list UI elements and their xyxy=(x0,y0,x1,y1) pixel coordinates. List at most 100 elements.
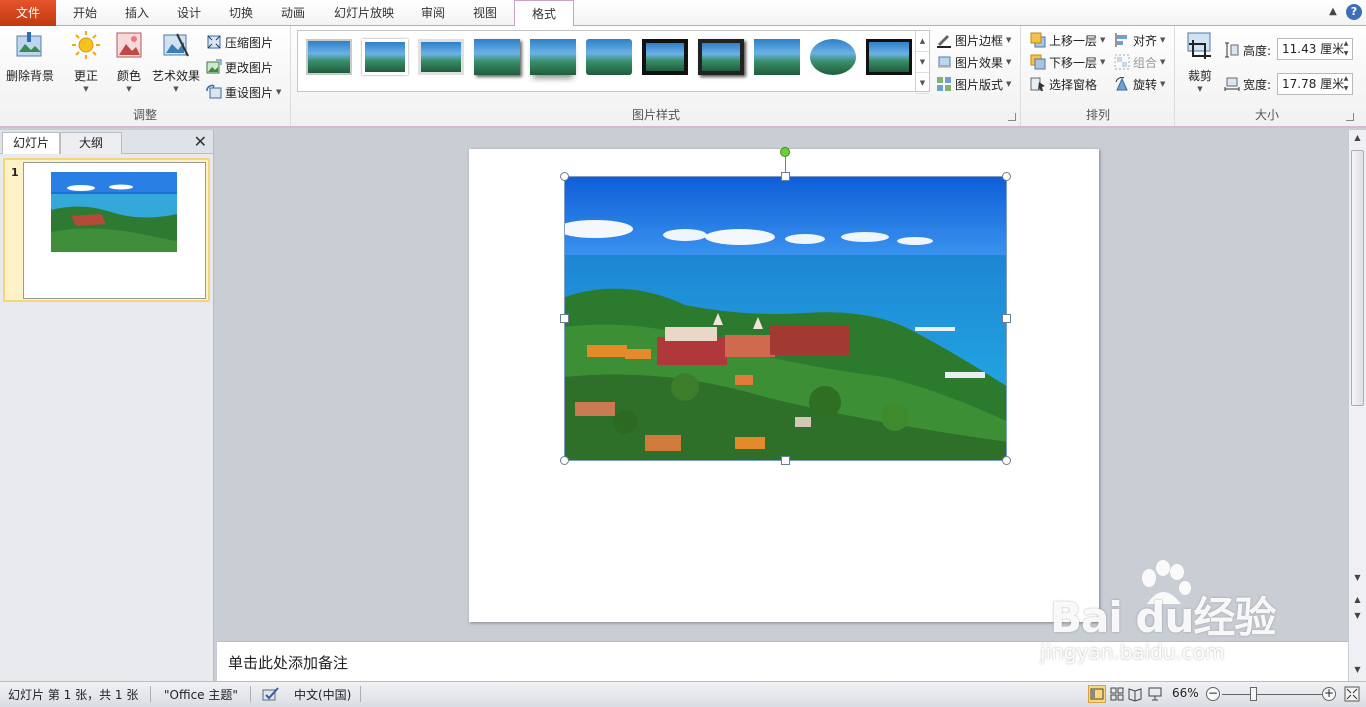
style-option[interactable] xyxy=(362,39,408,75)
tab-insert[interactable]: 插入 xyxy=(112,0,162,26)
style-option[interactable] xyxy=(810,39,856,75)
resize-handle-bottom-left[interactable] xyxy=(560,456,569,465)
scroll-up-icon[interactable]: ▲ xyxy=(1349,130,1366,146)
minimize-ribbon-icon[interactable]: ▲ xyxy=(1326,5,1340,19)
notes-placeholder: 单击此处添加备注 xyxy=(228,654,349,672)
help-icon[interactable]: ? xyxy=(1346,4,1362,20)
resize-handle-bottom-right[interactable] xyxy=(1002,456,1011,465)
reset-picture-button[interactable]: 重设图片 ▼ xyxy=(206,82,281,102)
zoom-out-icon[interactable]: − xyxy=(1206,687,1220,701)
slideshow-view-button[interactable] xyxy=(1146,685,1164,703)
picture-layout-button[interactable]: 图片版式 ▼ xyxy=(936,74,1011,94)
theme-status[interactable]: "Office 主题" xyxy=(164,686,238,703)
dialog-launcher-icon[interactable] xyxy=(1346,113,1354,121)
style-option[interactable] xyxy=(418,39,464,75)
dialog-launcher-icon[interactable] xyxy=(1008,113,1016,121)
tab-review[interactable]: 审阅 xyxy=(408,0,458,26)
chevron-down-icon: ▼ xyxy=(1160,36,1166,44)
style-option[interactable] xyxy=(474,39,520,75)
style-option[interactable] xyxy=(306,39,352,75)
scrollbar-thumb[interactable] xyxy=(1351,150,1364,406)
corrections-button[interactable]: 更正 ▼ xyxy=(66,30,106,94)
crop-button[interactable]: 裁剪 ▼ xyxy=(1182,30,1218,94)
group-size-label: 大小 xyxy=(1254,108,1279,122)
picture-effects-button[interactable]: 图片效果 ▼ xyxy=(936,52,1011,72)
height-label: 高度: xyxy=(1243,43,1272,58)
tab-design[interactable]: 设计 xyxy=(164,0,214,26)
resize-handle-top-left[interactable] xyxy=(560,172,569,181)
gallery-scroll[interactable]: ▲ ▼ ▼ xyxy=(915,31,929,94)
style-option[interactable] xyxy=(586,39,632,75)
slide-canvas[interactable] xyxy=(469,147,1099,622)
previous-slide-icon[interactable]: ▲ xyxy=(1349,592,1366,608)
tab-format[interactable]: 格式 xyxy=(514,0,574,27)
zoom-in-icon[interactable]: + xyxy=(1322,687,1336,701)
group-objects-button[interactable]: 组合 ▼ xyxy=(1114,52,1165,72)
height-spinner[interactable]: ▲ ▼ xyxy=(1340,39,1352,59)
style-option[interactable] xyxy=(642,39,688,75)
resize-handle-left[interactable] xyxy=(560,314,569,323)
ribbon-tab-row: 文件 开始 插入 设计 切换 动画 幻灯片放映 审阅 视图 格式 ▲ ? xyxy=(0,0,1366,27)
tab-home[interactable]: 开始 xyxy=(60,0,110,26)
width-spinner[interactable]: ▲ ▼ xyxy=(1340,74,1352,94)
style-option[interactable] xyxy=(530,39,576,75)
align-icon xyxy=(1115,33,1127,47)
selected-picture[interactable] xyxy=(564,176,1007,461)
slide-thumbnail[interactable]: 1 xyxy=(3,158,210,302)
compress-pictures-button[interactable]: 压缩图片 xyxy=(206,32,273,52)
gallery-up-icon[interactable]: ▲ xyxy=(916,31,929,52)
next-slide-icon[interactable]: ▼ xyxy=(1349,608,1366,624)
color-button[interactable]: 颜色 ▼ xyxy=(110,30,148,94)
crop-icon xyxy=(1187,32,1211,59)
group-arrange-label: 排列 xyxy=(1085,108,1110,122)
tab-transitions[interactable]: 切换 xyxy=(216,0,266,26)
selection-pane-icon xyxy=(1030,77,1045,91)
close-icon[interactable]: ✕ xyxy=(194,133,207,151)
height-input[interactable]: 11.43 厘米 ▲ ▼ xyxy=(1277,38,1353,60)
artistic-effects-button[interactable]: 艺术效果 ▼ xyxy=(150,30,202,94)
slide-sorter-view-button[interactable] xyxy=(1108,685,1126,703)
gallery-more-icon[interactable]: ▼ xyxy=(916,73,929,94)
tab-slides[interactable]: 幻灯片 xyxy=(2,132,61,154)
style-option[interactable] xyxy=(866,39,912,75)
scroll-down-icon[interactable]: ▼ xyxy=(1349,570,1366,586)
rotate-button[interactable]: 旋转 ▼ xyxy=(1114,74,1165,94)
width-input[interactable]: 17.78 厘米 ▲ ▼ xyxy=(1277,73,1353,95)
fit-to-window-icon[interactable] xyxy=(1344,686,1360,702)
tab-slideshow[interactable]: 幻灯片放映 xyxy=(324,0,404,26)
tab-view[interactable]: 视图 xyxy=(460,0,510,26)
tab-file[interactable]: 文件 xyxy=(0,0,56,26)
selection-pane-button[interactable]: 选择窗格 xyxy=(1030,74,1097,94)
resize-handle-top[interactable] xyxy=(781,172,790,181)
resize-handle-bottom[interactable] xyxy=(781,456,790,465)
gallery-down-icon[interactable]: ▼ xyxy=(916,52,929,73)
chevron-down-icon: ▼ xyxy=(276,88,282,96)
style-option[interactable] xyxy=(754,39,800,75)
notes-scroll-down-icon[interactable]: ▼ xyxy=(1349,662,1366,678)
zoom-level[interactable]: 66% xyxy=(1172,686,1199,700)
chevron-down-icon: ▼ xyxy=(1100,36,1106,44)
zoom-slider-thumb[interactable] xyxy=(1250,687,1257,701)
zoom-slider-track[interactable] xyxy=(1222,694,1322,695)
change-picture-button[interactable]: 更改图片 xyxy=(206,57,273,77)
tab-animations[interactable]: 动画 xyxy=(268,0,318,26)
style-option[interactable] xyxy=(698,39,744,75)
picture-layout-label: 图片版式 xyxy=(955,77,1004,92)
spellcheck-icon[interactable] xyxy=(262,686,280,702)
remove-background-button[interactable]: 删除背景 xyxy=(4,30,56,84)
vertical-scrollbar[interactable]: ▲ ▼ ▲ ▼ ▼ xyxy=(1348,130,1366,681)
send-backward-button[interactable]: 下移一层 ▼ xyxy=(1030,52,1105,72)
divider xyxy=(250,686,251,702)
artistic-effects-icon xyxy=(163,33,189,57)
picture-border-label: 图片边框 xyxy=(955,33,1004,48)
reading-view-button[interactable] xyxy=(1126,685,1144,703)
tab-outline[interactable]: 大纲 xyxy=(60,132,123,154)
normal-view-button[interactable] xyxy=(1088,685,1106,703)
rotate-handle[interactable] xyxy=(780,147,790,157)
resize-handle-right[interactable] xyxy=(1002,314,1011,323)
picture-border-button[interactable]: 图片边框 ▼ xyxy=(936,30,1011,50)
align-button[interactable]: 对齐 ▼ xyxy=(1114,30,1165,50)
language-status[interactable]: 中文(中国) xyxy=(294,686,351,703)
resize-handle-top-right[interactable] xyxy=(1002,172,1011,181)
bring-forward-button[interactable]: 上移一层 ▼ xyxy=(1030,30,1105,50)
